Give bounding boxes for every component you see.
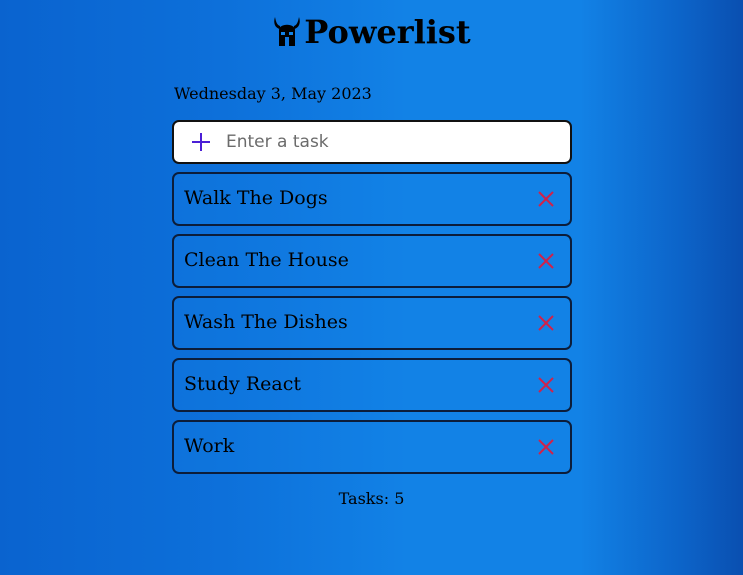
delete-icon[interactable] [537, 190, 555, 208]
add-task-bar [172, 120, 572, 164]
task-list: Walk The Dogs Clean The House Wash The D… [172, 172, 572, 482]
task-label: Walk The Dogs [184, 187, 328, 209]
app-title: Powerlist [304, 13, 471, 51]
delete-icon[interactable] [537, 376, 555, 394]
task-label: Clean The House [184, 249, 349, 271]
task-item: Walk The Dogs [172, 172, 572, 226]
task-item: Work [172, 420, 572, 474]
delete-icon[interactable] [537, 438, 555, 456]
app-header: Powerlist [0, 12, 743, 52]
plus-icon[interactable] [190, 131, 212, 153]
delete-icon[interactable] [537, 314, 555, 332]
viking-helmet-icon [274, 17, 301, 46]
task-count: Tasks: 5 [338, 489, 405, 508]
current-date: Wednesday 3, May 2023 [174, 84, 372, 103]
task-item: Study React [172, 358, 572, 412]
task-item: Wash The Dishes [172, 296, 572, 350]
delete-icon[interactable] [537, 252, 555, 270]
task-input[interactable] [226, 132, 546, 152]
task-item: Clean The House [172, 234, 572, 288]
task-label: Study React [184, 373, 301, 395]
task-label: Wash The Dishes [184, 311, 348, 333]
task-label: Work [184, 435, 235, 457]
